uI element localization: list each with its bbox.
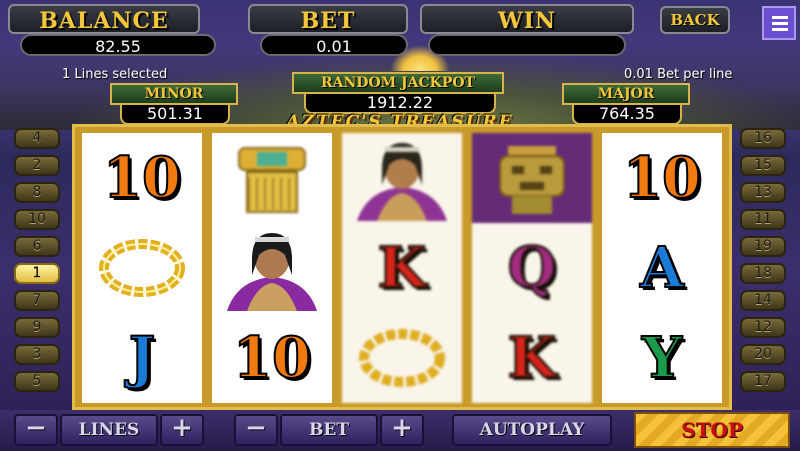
menu-button[interactable] — [762, 6, 796, 40]
bet-plus-button[interactable]: + — [380, 414, 424, 446]
random-jackpot-label: RANDOM JACKPOT — [292, 72, 504, 94]
right-line-button-17[interactable]: 17 — [740, 371, 786, 392]
ten-symbol-text: 10 — [232, 324, 312, 392]
symbol-ten: 10 — [212, 313, 332, 403]
jack-symbol-text: J — [128, 324, 156, 392]
symbol-necklace — [82, 223, 202, 313]
left-line-button-9[interactable]: 9 — [14, 317, 60, 338]
bet-control-label: BET — [280, 414, 378, 446]
symbol-aztec-woman — [342, 133, 462, 223]
symbol-y: Y — [602, 313, 722, 403]
bet-minus-button[interactable]: − — [234, 414, 278, 446]
right-line-button-18[interactable]: 18 — [740, 263, 786, 284]
random-jackpot-value: 1912.22 — [304, 92, 496, 114]
bet-label: BET — [248, 4, 408, 34]
ten-symbol-text: 10 — [102, 144, 182, 212]
win-label: WIN — [420, 4, 634, 34]
queen-symbol-text: Q — [507, 234, 558, 302]
right-line-button-16[interactable]: 16 — [740, 128, 786, 149]
symbol-ten: 10 — [82, 133, 202, 223]
minor-jackpot-value: 501.31 — [120, 103, 230, 125]
gold-mask-icon — [238, 147, 306, 213]
left-line-button-6[interactable]: 6 — [14, 236, 60, 257]
stop-button[interactable]: STOP — [634, 412, 790, 448]
left-line-button-5[interactable]: 5 — [14, 371, 60, 392]
bet-per-line-text: 0.01 Bet per line — [624, 67, 733, 82]
right-line-button-19[interactable]: 19 — [740, 236, 786, 257]
right-line-button-14[interactable]: 14 — [740, 290, 786, 311]
gold-idol-icon — [499, 146, 565, 214]
reel-3: K — [342, 133, 462, 403]
left-line-button-3[interactable]: 3 — [14, 344, 60, 365]
symbol-ace: A — [602, 223, 722, 313]
lines-plus-button[interactable]: + — [160, 414, 204, 446]
win-value — [428, 34, 626, 56]
reel-4: Q K — [472, 133, 592, 403]
symbol-king: K — [342, 223, 462, 313]
symbol-queen: Q — [472, 223, 592, 313]
menu-icon — [772, 16, 788, 19]
lines-selected-text: 1 Lines selected — [62, 67, 168, 82]
symbol-king: K — [472, 313, 592, 403]
left-line-button-10[interactable]: 10 — [14, 209, 60, 230]
minor-jackpot-label: MINOR — [110, 83, 238, 105]
major-jackpot-label: MAJOR — [562, 83, 690, 105]
reel-area: 10 J 10 K Q K 10 A Y — [72, 124, 732, 410]
right-line-button-11[interactable]: 11 — [740, 209, 786, 230]
right-line-button-12[interactable]: 12 — [740, 317, 786, 338]
symbol-aztec-woman — [212, 223, 332, 313]
king-symbol-text: K — [377, 234, 428, 302]
symbol-ten: 10 — [602, 133, 722, 223]
ace-symbol-text: A — [639, 234, 684, 302]
right-line-button-13[interactable]: 13 — [740, 182, 786, 203]
aztec-woman-icon — [227, 233, 317, 311]
reel-1: 10 J — [82, 133, 202, 403]
ten-symbol-text: 10 — [622, 144, 702, 212]
symbol-jack: J — [82, 313, 202, 403]
necklace-icon — [99, 239, 185, 297]
menu-icon-line — [772, 28, 788, 31]
left-line-button-1[interactable]: 1 — [14, 263, 60, 284]
lines-label: LINES — [60, 414, 158, 446]
major-jackpot-value: 764.35 — [572, 103, 682, 125]
necklace-icon — [359, 329, 445, 387]
left-line-button-8[interactable]: 8 — [14, 182, 60, 203]
left-line-button-7[interactable]: 7 — [14, 290, 60, 311]
king-symbol-text: K — [507, 324, 558, 392]
balance-value: 82.55 — [20, 34, 216, 56]
left-line-button-4[interactable]: 4 — [14, 128, 60, 149]
reel-5: 10 A Y — [602, 133, 722, 403]
symbol-necklace — [342, 313, 462, 403]
menu-icon-line — [772, 22, 788, 25]
y-symbol-text: Y — [641, 324, 683, 392]
reel-2: 10 — [212, 133, 332, 403]
balance-label: BALANCE — [8, 4, 200, 34]
back-button[interactable]: BACK — [660, 6, 730, 34]
aztec-woman-icon — [357, 143, 447, 221]
symbol-gold-idol — [472, 133, 592, 223]
autoplay-button[interactable]: AUTOPLAY — [452, 414, 612, 446]
left-line-button-2[interactable]: 2 — [14, 155, 60, 176]
lines-minus-button[interactable]: − — [14, 414, 58, 446]
bet-value: 0.01 — [260, 34, 408, 56]
right-line-button-15[interactable]: 15 — [740, 155, 786, 176]
symbol-gold-mask — [212, 133, 332, 223]
right-line-button-20[interactable]: 20 — [740, 344, 786, 365]
